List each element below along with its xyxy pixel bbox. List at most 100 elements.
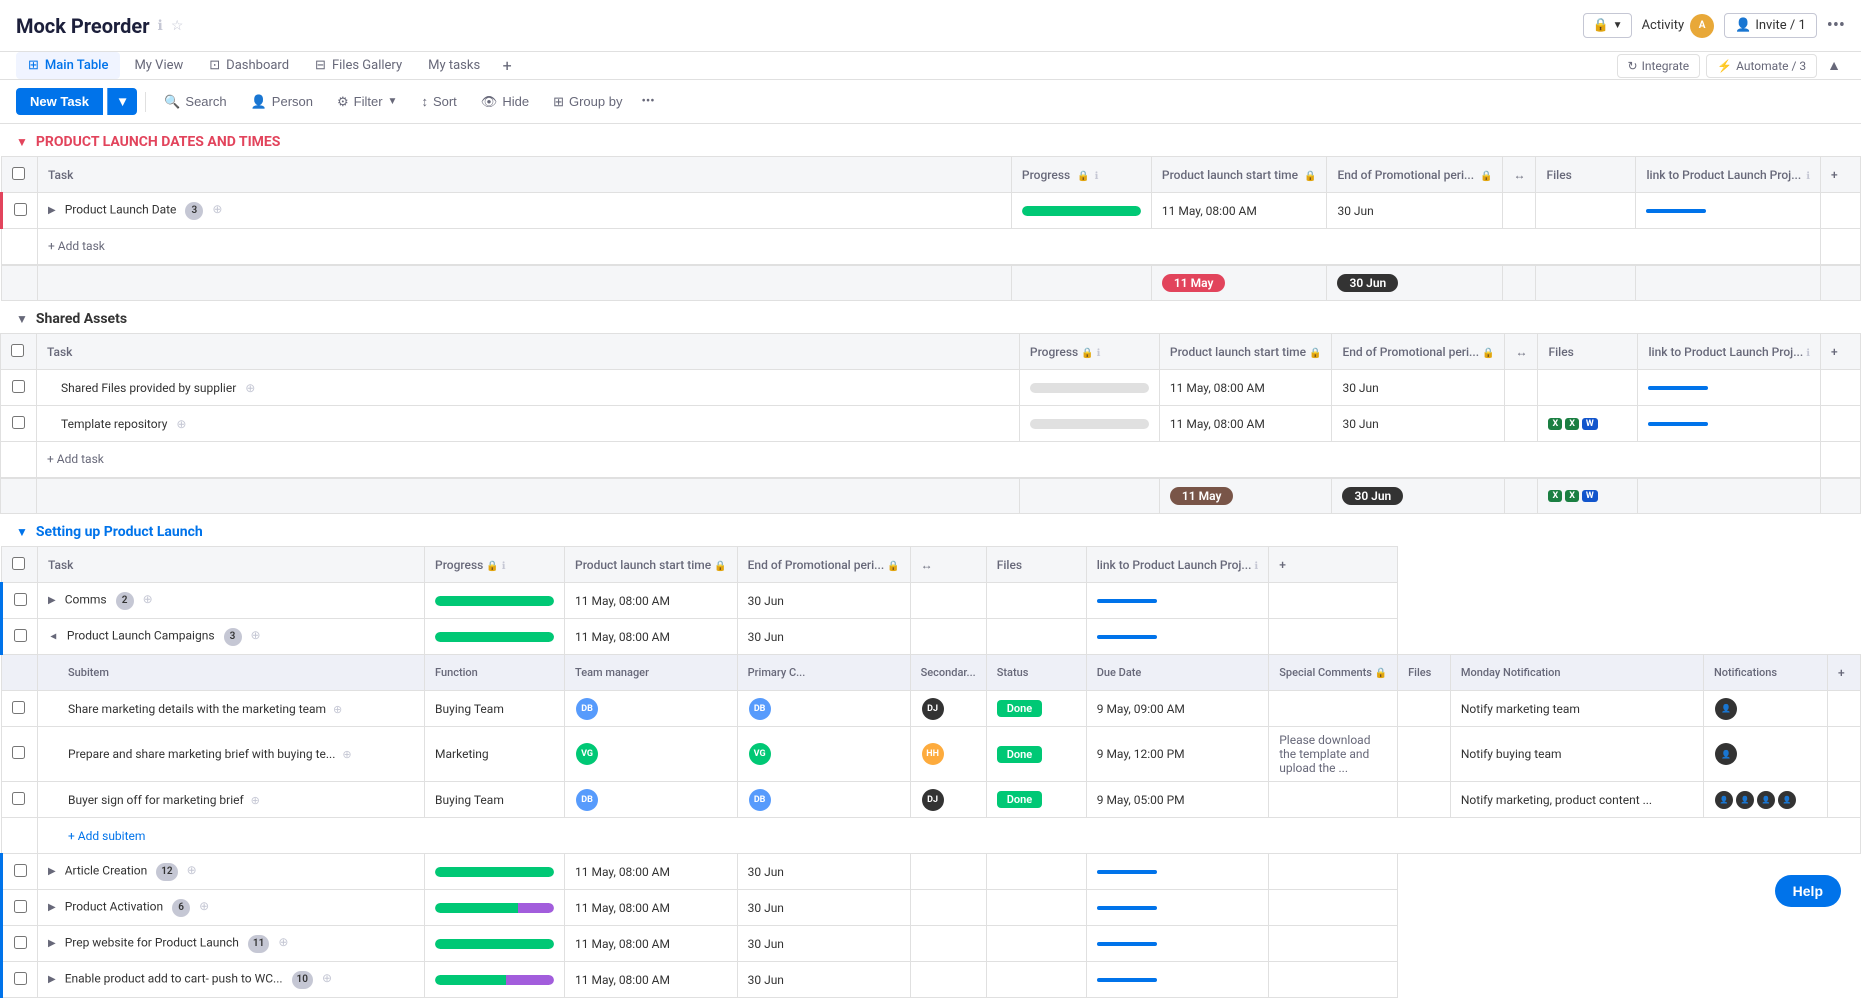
add-subitem-label[interactable]: + Add subitem: [38, 818, 1861, 854]
add-task-row[interactable]: + Add task: [2, 229, 1861, 265]
section-shared-assets-header[interactable]: ▼ Shared Assets: [0, 301, 1861, 333]
enable-expand-icon[interactable]: ▶: [48, 974, 56, 985]
table-row: ▶ Article Creation 12 ⊕ 11 May, 08:00 AM…: [2, 854, 1861, 890]
tab-my-tasks[interactable]: My tasks: [416, 52, 492, 79]
campaigns-badge: 3: [224, 628, 242, 646]
status-badge-2: Done: [997, 746, 1042, 763]
comms-badge: 2: [116, 592, 134, 610]
prep-website-row: ▶ Prep website for Product Launch 11 ⊕: [38, 926, 425, 962]
tab-dashboard[interactable]: ⊡ Dashboard: [197, 52, 301, 79]
row-link: [1638, 370, 1821, 406]
new-task-button[interactable]: New Task: [16, 88, 103, 115]
activation-expand-icon[interactable]: ▶: [48, 902, 56, 913]
integrate-button[interactable]: ↻ Integrate: [1617, 54, 1701, 78]
activation-row: ▶ Product Activation 6 ⊕: [38, 890, 425, 926]
section-collapse-icon: ▼: [16, 135, 28, 149]
invite-button[interactable]: 👤 Invite / 1: [1724, 13, 1817, 38]
filter-button[interactable]: ⚙ Filter ▼: [327, 89, 407, 115]
campaigns-start: 11 May, 08:00 AM: [565, 619, 738, 655]
sort-button[interactable]: ↕ Sort: [411, 89, 466, 114]
col-header-add[interactable]: +: [1821, 157, 1861, 193]
enable-start: 11 May, 08:00 AM: [565, 962, 738, 998]
select-all-checkbox[interactable]: [12, 167, 25, 180]
activity-label: Activity: [1642, 18, 1685, 33]
add-task-row[interactable]: + Add task: [1, 442, 1861, 478]
activation-add-icon[interactable]: ⊕: [199, 899, 209, 913]
article-expand-icon[interactable]: ▶: [48, 866, 56, 877]
automate-button[interactable]: ⚡ Automate / 3: [1706, 54, 1817, 78]
prep-expand-icon[interactable]: ▶: [48, 938, 56, 949]
add-subitem-icon[interactable]: ⊕: [245, 381, 255, 395]
group-by-icon: ⊞: [553, 94, 564, 110]
activity-button[interactable]: Activity A: [1642, 14, 1715, 38]
comms-add-icon[interactable]: ⊕: [143, 592, 153, 606]
more-toolbar-button[interactable]: •••: [636, 89, 659, 114]
group-by-button[interactable]: ⊞ Group by: [543, 89, 632, 115]
subitem-files-3: [1398, 782, 1451, 818]
shared-column-headers: Task Progress 🔒 ℹ Product launch start t…: [1, 334, 1861, 370]
new-task-dropdown-button[interactable]: ▼: [107, 88, 137, 115]
campaigns-expand-icon[interactable]: ▼: [47, 632, 58, 642]
add-subitem-row[interactable]: + Add subitem: [2, 818, 1861, 854]
col-info-icon: ℹ: [1095, 171, 1099, 182]
comms-expand-icon[interactable]: ▶: [48, 595, 56, 606]
info-icon[interactable]: ℹ: [158, 18, 163, 34]
project-title: Mock Preorder: [16, 14, 150, 38]
add-task-label[interactable]: + Add task: [37, 442, 1821, 478]
section-setting-collapse-icon: ▼: [16, 525, 28, 539]
subitem-due-3: 9 May, 05:00 PM: [1086, 782, 1269, 818]
row-checkbox[interactable]: [2, 193, 38, 229]
col-resize: [1503, 193, 1536, 229]
tab-files-gallery[interactable]: ⊟ Files Gallery: [303, 52, 414, 79]
column-headers-row: Task Progress 🔒 ℹ Product launch start t…: [2, 157, 1861, 193]
article-badge: 12: [156, 863, 177, 881]
subitem-comments-1: [1269, 691, 1398, 727]
subitem-notif-label-3: Notify marketing, product content ...: [1450, 782, 1703, 818]
person-button[interactable]: 👤 Person: [241, 89, 323, 115]
col-start-lock: 🔒: [1304, 171, 1316, 182]
hide-icon: 👁: [481, 94, 498, 110]
subitem-due-2: 9 May, 12:00 PM: [1086, 727, 1269, 782]
summary-row: 11 May 30 Jun X X W: [1, 478, 1861, 514]
collapse-button[interactable]: ▲: [1823, 53, 1845, 78]
hide-button[interactable]: 👁 Hide: [471, 89, 539, 115]
integrate-label: Integrate: [1642, 59, 1690, 73]
subcol-monday-notif: Monday Notification: [1450, 655, 1703, 691]
subitem-function-3: Buying Team: [425, 782, 565, 818]
subitem-team-manager-2: VG: [565, 727, 738, 782]
subitem-status-1: Done: [986, 691, 1086, 727]
row-task-name: Shared Files provided by supplier ⊕: [37, 370, 1020, 406]
row-task-name: ▶ Product Launch Date 3 ⊕: [38, 193, 1012, 229]
row-files: X X W: [1538, 406, 1638, 442]
add-subitem-icon[interactable]: ⊕: [212, 202, 222, 216]
section-product-launch-header[interactable]: ▼ PRODUCT LAUNCH DATES AND TIMES: [0, 124, 1861, 156]
section-setting-up-header[interactable]: ▼ Setting up Product Launch: [0, 514, 1861, 546]
col-header-resize: ↔: [1503, 157, 1536, 193]
add-view-button[interactable]: +: [494, 53, 520, 79]
lock-icon: 🔒: [1592, 18, 1608, 33]
row-link: [1638, 406, 1821, 442]
expand-row-icon[interactable]: ▶: [48, 205, 56, 216]
subcol-add[interactable]: +: [1827, 655, 1860, 691]
lock-button[interactable]: 🔒 ▼: [1583, 13, 1631, 38]
subcol-files: Files: [1398, 655, 1451, 691]
help-button[interactable]: Help: [1775, 875, 1841, 907]
tab-my-view[interactable]: My View: [122, 52, 195, 79]
article-start: 11 May, 08:00 AM: [565, 854, 738, 890]
star-icon[interactable]: ☆: [171, 18, 184, 34]
col-header-checkbox: [2, 157, 38, 193]
subitem-primary-2: VG: [737, 727, 910, 782]
enable-add-icon[interactable]: ⊕: [322, 971, 332, 985]
article-add-icon[interactable]: ⊕: [187, 863, 197, 877]
col-end-lock: 🔒: [1480, 171, 1492, 182]
add-subitem-icon[interactable]: ⊕: [176, 417, 186, 431]
tab-main-table[interactable]: ⊞ Main Table: [16, 52, 120, 79]
section-product-launch-title: PRODUCT LAUNCH DATES AND TIMES: [36, 134, 281, 150]
activation-start: 11 May, 08:00 AM: [565, 890, 738, 926]
add-task-label[interactable]: + Add task: [38, 229, 1821, 265]
table-row: Shared Files provided by supplier ⊕ 11 M…: [1, 370, 1861, 406]
prep-add-icon[interactable]: ⊕: [278, 935, 288, 949]
more-options-button[interactable]: •••: [1827, 15, 1845, 36]
campaigns-add-icon[interactable]: ⊕: [251, 628, 261, 642]
search-button[interactable]: 🔍 Search: [154, 89, 236, 115]
